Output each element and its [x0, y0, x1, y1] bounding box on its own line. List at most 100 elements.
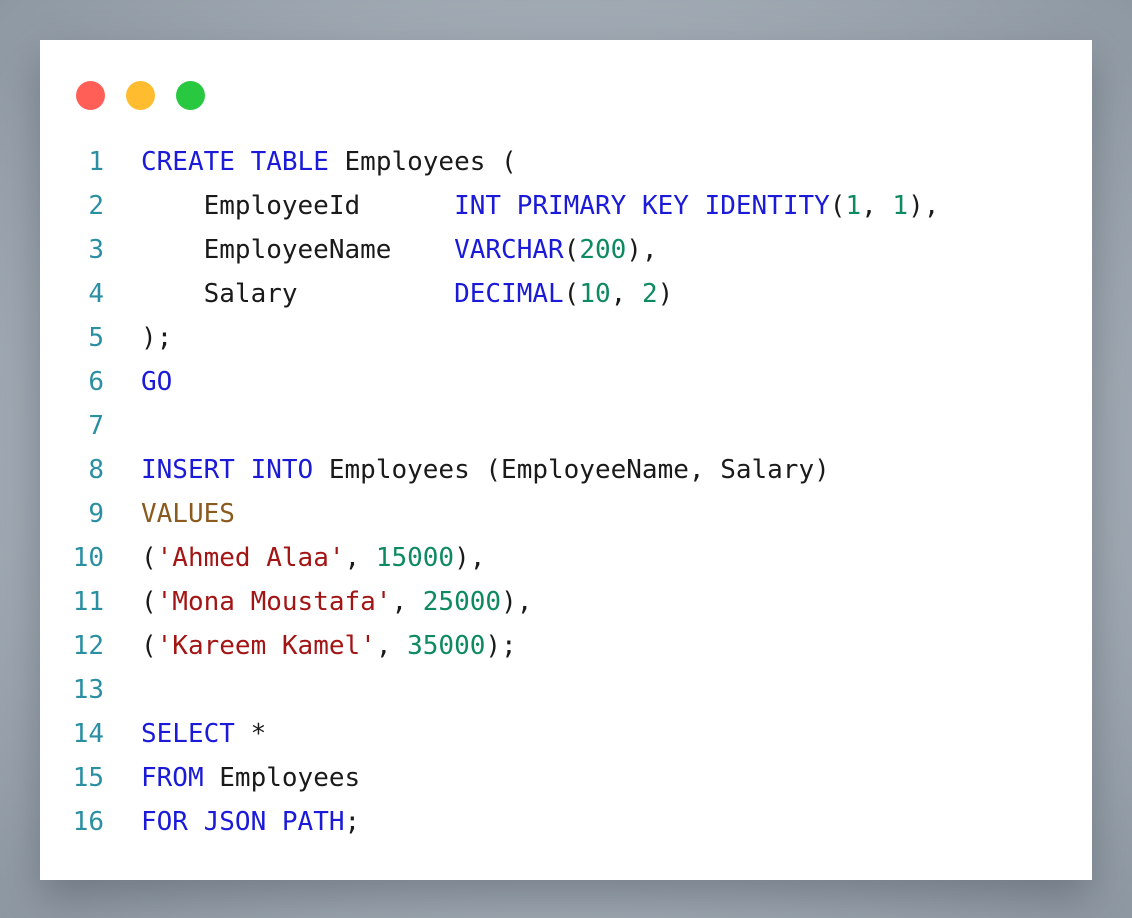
- code-text: ('Mona Moustafa', 25000),: [141, 580, 532, 624]
- code-token: ): [657, 279, 674, 309]
- code-text: FROM Employees: [141, 756, 360, 800]
- code-line: 15 FROM Employees: [40, 756, 1092, 800]
- line-number: 10: [72, 543, 104, 573]
- code-line: 6 GO: [40, 360, 1092, 404]
- code-token: 35000: [407, 631, 486, 661]
- code-text: FOR JSON PATH;: [141, 800, 360, 844]
- code-token: ,: [344, 543, 376, 573]
- code-line: 4 Salary DECIMAL(10, 2): [40, 272, 1092, 316]
- code-token: JSON: [203, 807, 267, 837]
- code-text: );: [141, 316, 172, 360]
- code-token: CREATE: [141, 147, 235, 177]
- code-token: ,: [861, 191, 893, 221]
- code-line: 16 FOR JSON PATH;: [40, 800, 1092, 844]
- code-token: KEY: [641, 191, 689, 221]
- code-token: ),: [626, 235, 658, 265]
- line-number: 7: [88, 411, 104, 441]
- maximize-dot-icon[interactable]: [176, 81, 205, 110]
- code-token: 2: [641, 279, 658, 309]
- code-token: 'Ahmed Alaa': [156, 543, 345, 573]
- code-token: (: [563, 235, 580, 265]
- close-dot-icon[interactable]: [76, 81, 105, 110]
- code-token: 25000: [422, 587, 502, 617]
- code-token: ;: [344, 807, 361, 837]
- code-text: INSERT INTO Employees (EmployeeName, Sal…: [141, 448, 830, 492]
- code-text: EmployeeName VARCHAR(200),: [141, 228, 658, 272]
- code-token: 'Mona Moustafa': [156, 587, 392, 617]
- code-line: 2 EmployeeId INT PRIMARY KEY IDENTITY(1,…: [40, 184, 1092, 228]
- code-token: INSERT: [141, 455, 235, 485]
- line-number: 6: [88, 367, 104, 397]
- code-token: GO: [141, 367, 173, 397]
- line-number: 12: [72, 631, 104, 661]
- code-token: SELECT: [141, 719, 235, 749]
- code-token: ),: [908, 191, 940, 221]
- code-token: ),: [454, 543, 486, 573]
- code-token: ,: [610, 279, 642, 309]
- code-line: 11 ('Mona Moustafa', 25000),: [40, 580, 1092, 624]
- code-token: Salary: [141, 279, 455, 309]
- code-line: 12 ('Kareem Kamel', 35000);: [40, 624, 1092, 668]
- code-token: 200: [579, 235, 627, 265]
- code-token: 15000: [375, 543, 455, 573]
- line-number: 4: [88, 279, 104, 309]
- code-token: 1: [892, 191, 909, 221]
- code-token: ,: [375, 631, 408, 661]
- code-text: EmployeeId INT PRIMARY KEY IDENTITY(1, 1…: [141, 184, 940, 228]
- line-number: 13: [72, 675, 104, 705]
- line-number: 2: [88, 191, 104, 221]
- line-number: 8: [88, 455, 104, 485]
- line-number: 9: [88, 499, 104, 529]
- line-number: 3: [88, 235, 104, 265]
- code-token: 10: [579, 279, 611, 309]
- code-token: IDENTITY: [704, 191, 830, 221]
- code-token: Employees (EmployeeName, Salary): [313, 455, 830, 485]
- code-token: DECIMAL: [454, 279, 564, 309]
- code-token: INTO: [250, 455, 314, 485]
- code-block: 1 CREATE TABLE Employees (2 EmployeeId IN…: [40, 140, 1092, 844]
- code-text: Salary DECIMAL(10, 2): [141, 272, 674, 316]
- code-text: SELECT *: [141, 712, 266, 756]
- minimize-dot-icon[interactable]: [126, 81, 155, 110]
- code-token: );: [485, 631, 517, 661]
- line-number: 14: [72, 719, 104, 749]
- code-text: GO: [141, 360, 172, 404]
- code-text: CREATE TABLE Employees (: [141, 140, 517, 184]
- code-line: 5);: [40, 316, 1092, 360]
- code-token: EmployeeName: [141, 235, 455, 265]
- code-token: VARCHAR: [454, 235, 564, 265]
- code-line: 9 VALUES: [40, 492, 1092, 536]
- code-token: (: [829, 191, 846, 221]
- code-line: 1 CREATE TABLE Employees (: [40, 140, 1092, 184]
- line-number: 15: [72, 763, 104, 793]
- code-token: FOR: [141, 807, 188, 837]
- code-text: ('Ahmed Alaa', 15000),: [141, 536, 485, 580]
- code-token: 1: [845, 191, 862, 221]
- code-token: VALUES: [141, 499, 235, 529]
- code-token: ,: [391, 587, 423, 617]
- code-token: EmployeeId: [141, 191, 455, 221]
- code-line: 7: [40, 404, 1092, 448]
- line-number: 16: [72, 807, 104, 837]
- code-token: INT: [454, 191, 502, 221]
- code-text: ('Kareem Kamel', 35000);: [141, 624, 517, 668]
- code-text: VALUES: [141, 492, 235, 536]
- code-window: 1 CREATE TABLE Employees (2 EmployeeId IN…: [40, 40, 1092, 880]
- code-token: (: [563, 279, 580, 309]
- line-number: 5: [88, 323, 104, 353]
- code-token: Employees (: [328, 147, 517, 177]
- code-line: 10 ('Ahmed Alaa', 15000),: [40, 536, 1092, 580]
- code-token: 'Kareem Kamel': [156, 631, 376, 661]
- code-line: 3 EmployeeName VARCHAR(200),: [40, 228, 1092, 272]
- code-token: ),: [501, 587, 533, 617]
- code-token: *: [234, 719, 267, 749]
- code-token: PATH: [281, 807, 345, 837]
- code-line: 8 INSERT INTO Employees (EmployeeName, Sa…: [40, 448, 1092, 492]
- line-number: 1: [88, 147, 104, 177]
- code-token: TABLE: [250, 147, 329, 177]
- line-number: 11: [72, 587, 104, 617]
